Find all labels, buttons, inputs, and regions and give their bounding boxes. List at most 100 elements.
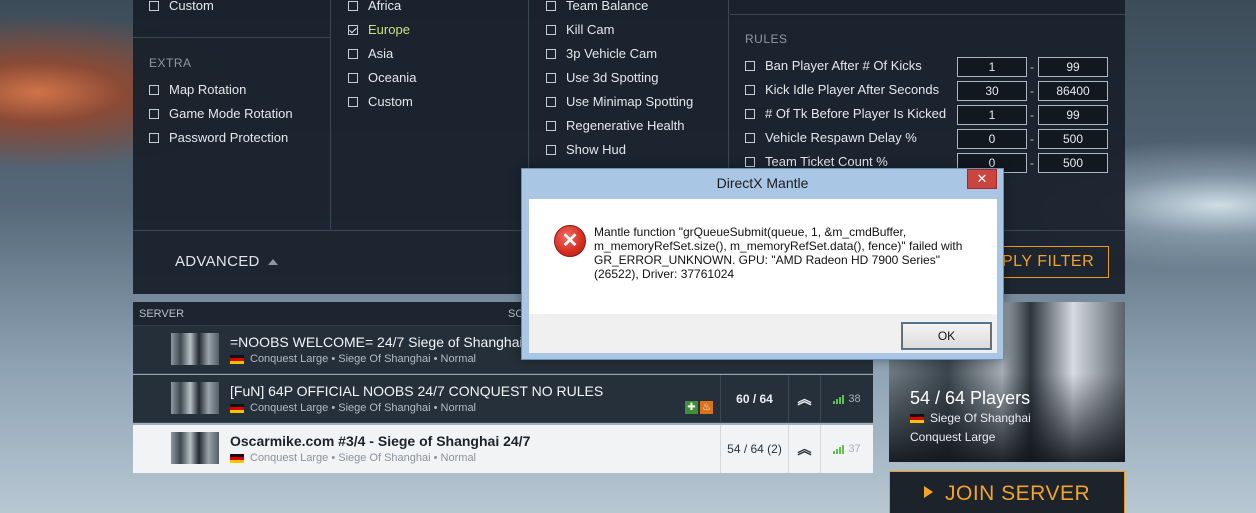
rule-ban-after-kicks[interactable]: Ban Player After # Of Kicks — [745, 58, 922, 73]
filter-option-label: Custom — [169, 0, 214, 13]
extra-header: EXTRA — [149, 56, 192, 70]
rule-label: Ban Player After # Of Kicks — [765, 58, 922, 73]
play-icon — [924, 486, 933, 498]
error-icon: ✕ — [554, 225, 586, 257]
filter-option-map-rotation[interactable]: Map Rotation — [149, 82, 246, 97]
rule-tk-kick[interactable]: # Of Tk Before Player Is Kicked — [745, 106, 946, 121]
filter-option-custom[interactable]: Custom — [149, 0, 214, 13]
setting-team-balance[interactable]: Team Balance — [546, 0, 648, 13]
checkbox[interactable] — [745, 132, 755, 143]
rule-max-input[interactable]: 500 — [1038, 129, 1108, 149]
germany-flag-icon — [910, 413, 924, 423]
checkbox[interactable] — [348, 72, 358, 83]
range-separator: - — [1030, 108, 1034, 122]
setting-3d-spotting[interactable]: Use 3d Spotting — [546, 70, 659, 85]
player-count: 54 / 64 (2) — [720, 425, 788, 473]
germany-flag-icon — [230, 453, 244, 463]
advanced-toggle[interactable]: ADVANCED — [175, 253, 278, 270]
server-mode-map: Conquest Large • Siege Of Shanghai • Nor… — [250, 353, 476, 365]
dialog-footer: OK — [529, 314, 997, 353]
filter-option-label: Password Protection — [169, 130, 289, 145]
rank-chevron-icon: ︽ — [788, 375, 820, 423]
signal-bars-icon — [833, 394, 845, 404]
checkbox[interactable] — [546, 120, 556, 131]
setting-regenerative-health[interactable]: Regenerative Health — [546, 118, 685, 133]
rule-min-input[interactable]: 1 — [957, 57, 1027, 77]
ping-cell: 38 — [820, 375, 873, 423]
server-name: [FuN] 64P OFFICIAL NOOBS 24/7 CONQUEST N… — [230, 383, 604, 399]
setting-label: 3p Vehicle Cam — [566, 46, 658, 61]
checkbox-checked[interactable] — [348, 24, 358, 35]
checkbox[interactable] — [546, 48, 556, 59]
setting-label: Use 3d Spotting — [566, 70, 659, 85]
server-details: Conquest Large • Siege Of Shanghai • Nor… — [230, 353, 476, 365]
rule-ticket-count[interactable]: Team Ticket Count % — [745, 154, 888, 169]
checkbox[interactable] — [546, 24, 556, 35]
divider — [133, 37, 331, 38]
fire-icon: ♨ — [700, 401, 713, 414]
rule-max-input[interactable]: 86400 — [1038, 81, 1108, 101]
filter-option-password-protection[interactable]: Password Protection — [149, 130, 288, 145]
checkbox[interactable] — [546, 144, 556, 155]
dialog-title: DirectX Mantle — [716, 175, 809, 191]
checkbox[interactable] — [745, 108, 755, 119]
rule-min-input[interactable]: 1 — [957, 105, 1027, 125]
checkbox[interactable] — [348, 0, 358, 11]
checkbox[interactable] — [546, 72, 556, 83]
rank-chevron-icon: ︽ — [788, 425, 820, 473]
preview-map-name: Siege Of Shanghai — [930, 411, 1031, 425]
ok-button[interactable]: OK — [901, 322, 992, 350]
checkbox[interactable] — [745, 60, 755, 71]
region-option-oceania[interactable]: Oceania — [348, 70, 416, 85]
server-row-selected[interactable]: Oscarmike.com #3/4 - Siege of Shanghai 2… — [133, 425, 873, 473]
setting-label: Use Minimap Spotting — [566, 94, 694, 109]
checkbox[interactable] — [348, 96, 358, 107]
close-button[interactable]: ✕ — [967, 169, 997, 189]
setting-label: Regenerative Health — [566, 118, 685, 133]
range-separator: - — [1030, 132, 1034, 146]
setting-minimap-spotting[interactable]: Use Minimap Spotting — [546, 94, 693, 109]
server-row[interactable]: [FuN] 64P OFFICIAL NOOBS 24/7 CONQUEST N… — [133, 375, 873, 423]
region-option-custom[interactable]: Custom — [348, 94, 413, 109]
map-thumbnail — [171, 382, 219, 414]
error-message: Mantle function "grQueueSubmit(queue, 1,… — [594, 225, 963, 281]
rule-max-input[interactable]: 99 — [1038, 105, 1108, 125]
checkbox[interactable] — [149, 108, 159, 119]
setting-kill-cam[interactable]: Kill Cam — [546, 22, 614, 37]
filter-option-game-mode-rotation[interactable]: Game Mode Rotation — [149, 106, 293, 121]
range-separator: - — [1030, 84, 1034, 98]
signal-bars-icon — [833, 444, 845, 454]
error-dialog: DirectX Mantle ✕ ✕ Mantle function "grQu… — [521, 168, 1004, 360]
checkbox[interactable] — [546, 0, 556, 11]
column-header-server[interactable]: SERVER — [139, 308, 184, 320]
setting-3p-vehicle-cam[interactable]: 3p Vehicle Cam — [546, 46, 657, 61]
checkbox[interactable] — [149, 84, 159, 95]
setting-show-hud[interactable]: Show Hud — [546, 142, 626, 157]
map-thumbnail — [171, 333, 219, 365]
checkbox[interactable] — [546, 96, 556, 107]
region-option-asia[interactable]: Asia — [348, 46, 393, 61]
rule-kick-idle[interactable]: Kick Idle Player After Seconds — [745, 82, 939, 97]
rule-min-input[interactable]: 30 — [957, 81, 1027, 101]
preview-map: Siege Of Shanghai — [910, 411, 1031, 425]
region-option-africa[interactable]: Africa — [348, 0, 401, 13]
checkbox[interactable] — [149, 132, 159, 143]
rule-max-input[interactable]: 99 — [1038, 57, 1108, 77]
checkbox[interactable] — [348, 48, 358, 59]
rule-max-input[interactable]: 500 — [1038, 153, 1108, 173]
ping-value: 38 — [848, 393, 861, 405]
checkbox[interactable] — [745, 84, 755, 95]
checkbox[interactable] — [149, 0, 159, 11]
rule-min-input[interactable]: 0 — [957, 129, 1027, 149]
rule-vehicle-respawn[interactable]: Vehicle Respawn Delay % — [745, 130, 917, 145]
region-label: Oceania — [368, 70, 417, 85]
ping-value: 37 — [848, 443, 861, 455]
join-server-button[interactable]: JOIN SERVER — [889, 471, 1125, 513]
checkbox[interactable] — [745, 156, 755, 167]
advanced-label: ADVANCED — [175, 253, 260, 270]
filter-option-label: Map Rotation — [169, 82, 247, 97]
rule-label: Team Ticket Count % — [765, 154, 888, 169]
rules-header: RULES — [745, 32, 788, 46]
region-option-europe[interactable]: Europe — [348, 22, 410, 37]
health-plus-icon: ✚ — [685, 401, 698, 414]
